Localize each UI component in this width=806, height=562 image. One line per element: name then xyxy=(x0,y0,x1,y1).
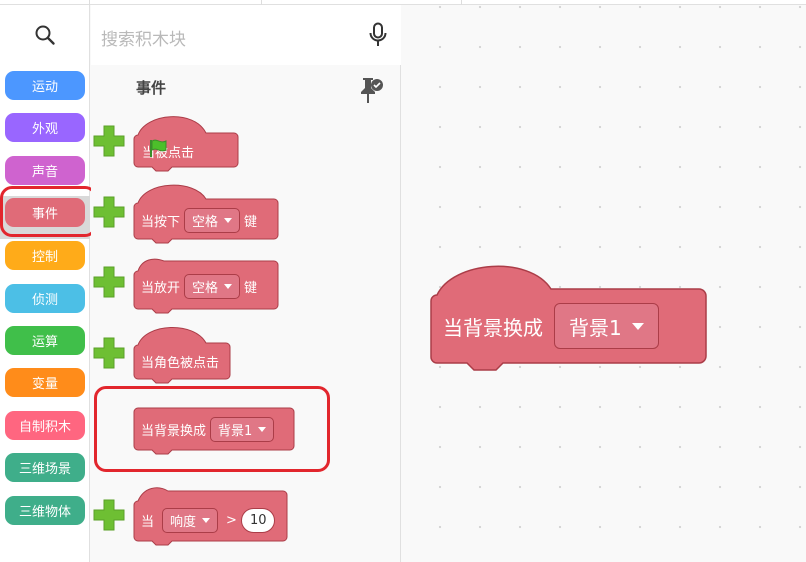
category-sidebar: 运动 外观 声音 事件 控制 侦测 运算 变量 自制积木 三维场景 三维物体 xyxy=(0,5,97,562)
add-block-plus-icon[interactable] xyxy=(92,124,126,158)
chevron-down-icon xyxy=(202,517,211,523)
block-sprite-clicked-label: 当角色被点击 xyxy=(141,355,220,371)
sensor-dropdown-value: 响度 xyxy=(170,514,197,530)
search-input[interactable]: 搜索积木块 xyxy=(101,25,186,50)
workspace-backdrop-dropdown[interactable]: 背景1 xyxy=(554,303,659,349)
block-prefix-label: 当按下 xyxy=(141,214,181,230)
block-suffix-label: 键 xyxy=(244,280,258,296)
add-block-plus-icon[interactable] xyxy=(92,336,126,370)
workspace-block-when-backdrop-switches[interactable]: 当背景换成 背景1 xyxy=(430,265,707,375)
category-motion[interactable]: 运动 xyxy=(5,71,85,100)
block-when-sprite-clicked[interactable]: 当角色被点击 xyxy=(133,323,231,389)
workspace-block-prefix-label: 当背景换成 xyxy=(443,315,543,340)
add-block-plus-icon[interactable] xyxy=(92,195,126,229)
pin-icon[interactable] xyxy=(358,75,384,107)
block-when-key-released[interactable]: 当放开 空格 键 xyxy=(133,255,279,314)
category-sensing[interactable]: 侦测 xyxy=(5,284,85,313)
category-3d-scene[interactable]: 三维场景 xyxy=(5,453,85,482)
key-dropdown-value: 空格 xyxy=(192,214,219,230)
block-prefix-label: 当放开 xyxy=(141,280,181,296)
add-block-plus-icon[interactable] xyxy=(92,498,126,532)
chevron-down-icon xyxy=(631,322,644,330)
key-dropdown[interactable]: 空格 xyxy=(184,273,241,299)
annotation-highlight-backdrop-block xyxy=(94,386,330,472)
block-when-flag-clicked[interactable]: 当 被点击 xyxy=(133,111,239,172)
section-title-events: 事件 xyxy=(136,79,167,97)
code-workspace[interactable]: 当背景换成 背景1 xyxy=(402,5,806,562)
block-search-bar: 搜索积木块 xyxy=(91,5,401,65)
sensor-dropdown[interactable]: 响度 xyxy=(162,507,219,533)
add-block-plus-icon[interactable] xyxy=(92,265,126,299)
category-sound[interactable]: 声音 xyxy=(5,156,85,185)
block-when-key-pressed[interactable]: 当按下 空格 键 xyxy=(133,181,279,245)
operator-label: > xyxy=(226,512,237,528)
block-suffix-label: 键 xyxy=(244,214,258,230)
block-when-label: 当 xyxy=(141,514,155,530)
block-when-loudness[interactable]: 当 响度 > 10 xyxy=(133,485,288,551)
workspace-backdrop-dropdown-value: 背景1 xyxy=(569,315,622,340)
category-search-button[interactable] xyxy=(0,5,90,65)
key-dropdown-value: 空格 xyxy=(192,280,219,296)
search-icon xyxy=(35,25,55,45)
chevron-down-icon xyxy=(224,283,233,289)
block-palette: 搜索积木块 事件 当 被点击 当按下 空格 键 当放开 空格 键 当角色被点击 … xyxy=(91,5,401,562)
green-flag-icon xyxy=(150,139,167,157)
threshold-input[interactable]: 10 xyxy=(240,507,276,533)
category-3d-object[interactable]: 三维物体 xyxy=(5,496,85,525)
category-my-blocks[interactable]: 自制积木 xyxy=(5,411,85,440)
key-dropdown[interactable]: 空格 xyxy=(184,207,241,233)
chevron-down-icon xyxy=(224,217,233,223)
category-control[interactable]: 控制 xyxy=(5,241,85,270)
category-looks[interactable]: 外观 xyxy=(5,113,85,142)
microphone-icon[interactable] xyxy=(369,22,387,48)
category-variables[interactable]: 变量 xyxy=(5,368,85,397)
category-operators[interactable]: 运算 xyxy=(5,326,85,355)
annotation-highlight-events xyxy=(0,186,97,237)
